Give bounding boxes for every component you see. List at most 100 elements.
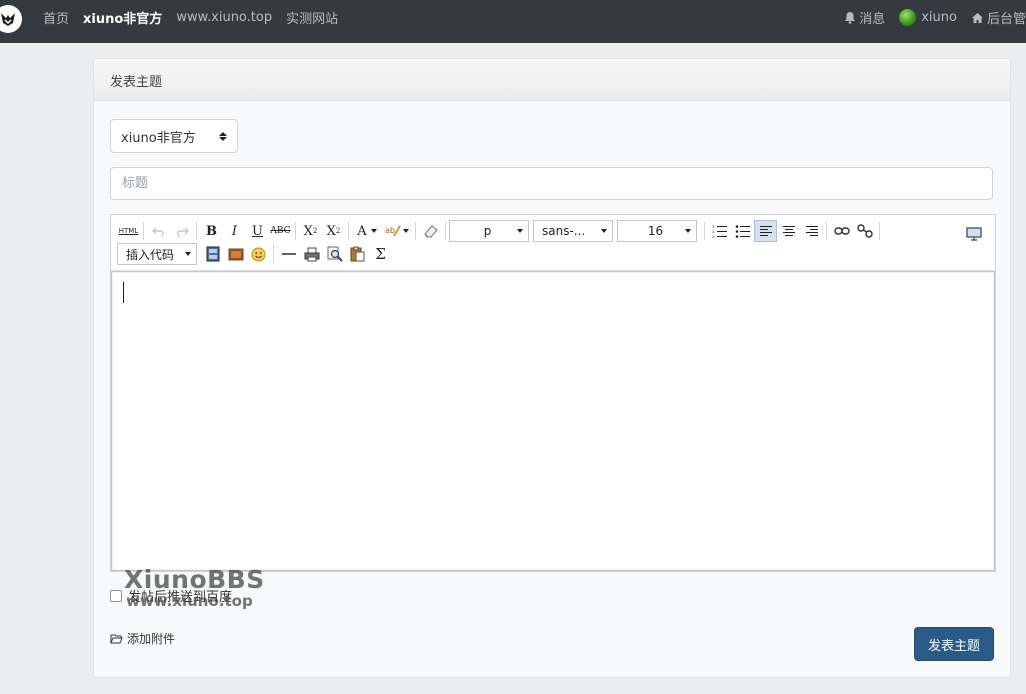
text-cursor <box>123 282 124 303</box>
fullscreen-button[interactable] <box>962 223 985 245</box>
nav-link-xiuno-top[interactable]: www.xiuno.top <box>176 10 272 25</box>
highlight-button[interactable]: ab <box>382 220 412 242</box>
unlink-button[interactable] <box>853 220 876 242</box>
toolbar-row-1: HTML B I U ABC X2 X2 A ab p sans-... 16 … <box>117 219 883 243</box>
insert-video-button[interactable] <box>201 243 224 265</box>
nav-link-home[interactable]: 首页 <box>43 8 69 27</box>
align-center-icon <box>782 226 795 236</box>
unordered-list-button[interactable] <box>731 220 754 242</box>
clear-format-button[interactable] <box>419 220 442 242</box>
underline-button[interactable]: U <box>246 220 269 242</box>
push-baidu-checkbox[interactable] <box>110 589 122 602</box>
editor-toolbar: HTML B I U ABC X2 X2 A ab p sans-... 16 … <box>111 215 995 271</box>
paste-button[interactable] <box>346 243 369 265</box>
username-label: xiuno <box>921 10 957 25</box>
undo-button[interactable] <box>147 220 170 242</box>
eraser-icon <box>423 225 438 238</box>
font-size-select[interactable]: 16 <box>617 220 697 242</box>
svg-text:3: 3 <box>712 234 715 238</box>
unordered-list-icon <box>735 225 750 238</box>
messages-label: 消息 <box>859 12 886 27</box>
select-arrows-icon <box>219 131 227 141</box>
toolbar-separator <box>415 222 416 240</box>
toolbar-separator <box>196 222 197 240</box>
paragraph-select[interactable]: p <box>449 220 529 242</box>
nav-messages[interactable]: 消息 <box>844 8 885 27</box>
align-right-icon <box>805 226 818 236</box>
print-button[interactable] <box>300 243 323 265</box>
redo-button[interactable] <box>170 220 193 242</box>
redo-icon <box>176 227 189 237</box>
add-attachment-label: 添加附件 <box>127 632 176 646</box>
nav-link-test-site[interactable]: 实测网站 <box>286 8 338 27</box>
html-source-label: HTML <box>118 227 139 235</box>
toolbar-row-2: 插入代码 Σ <box>117 242 392 266</box>
add-attachment-link[interactable]: 添加附件 <box>110 630 175 647</box>
ordered-list-icon: 123 <box>712 224 727 238</box>
ordered-list-button[interactable]: 123 <box>708 220 731 242</box>
align-right-button[interactable] <box>800 220 823 242</box>
image-icon <box>228 248 243 260</box>
toolbar-separator <box>348 222 349 240</box>
folder-open-icon <box>110 634 123 644</box>
nav-user-area: 消息 xiuno 后台管 <box>830 0 1026 35</box>
nav-admin[interactable]: 后台管 <box>971 8 1026 27</box>
push-baidu-row[interactable]: 发帖后推送到百度 <box>110 586 232 605</box>
svg-text:ab: ab <box>385 226 395 235</box>
film-icon <box>206 246 219 262</box>
toolbar-separator <box>879 222 880 240</box>
rich-text-editor: HTML B I U ABC X2 X2 A ab p sans-... 16 … <box>110 214 996 572</box>
align-center-button[interactable] <box>777 220 800 242</box>
smiley-icon <box>251 247 266 261</box>
forum-select-value: xiuno非官方 <box>121 130 196 146</box>
clipboard-icon <box>350 246 365 262</box>
font-family-select[interactable]: sans-... <box>533 220 613 242</box>
paragraph-select-value: p <box>483 224 492 238</box>
toolbar-separator <box>143 222 144 240</box>
preview-button[interactable] <box>323 243 346 265</box>
bold-button[interactable]: B <box>200 220 223 242</box>
editor-content-area[interactable] <box>111 271 995 571</box>
nav-user[interactable]: xiuno <box>899 9 957 26</box>
forum-select[interactable]: xiuno非官方 <box>110 119 238 153</box>
title-input[interactable] <box>110 167 993 200</box>
admin-label: 后台管 <box>986 12 1026 27</box>
insert-code-select[interactable]: 插入代码 <box>117 243 197 265</box>
insert-image-button[interactable] <box>224 243 247 265</box>
bell-icon <box>845 12 856 24</box>
insert-code-select-value: 插入代码 <box>126 247 175 262</box>
align-left-icon <box>759 226 772 236</box>
unlink-icon <box>856 224 873 238</box>
strikethrough-button[interactable]: ABC <box>269 220 292 242</box>
nav-link-xiuno-unofficial[interactable]: xiuno非官方 <box>83 8 162 27</box>
italic-button[interactable]: I <box>223 220 246 242</box>
align-left-button[interactable] <box>754 220 777 242</box>
emoticon-button[interactable] <box>247 243 270 265</box>
nav-links: 首页 xiuno非官方 www.xiuno.top 实测网站 <box>43 0 352 35</box>
toolbar-separator <box>295 222 296 240</box>
printer-icon <box>304 247 319 261</box>
monitor-icon <box>965 227 982 241</box>
subscript-button[interactable]: X2 <box>322 220 345 242</box>
font-color-button[interactable]: A <box>352 220 382 242</box>
superscript-button[interactable]: X2 <box>299 220 322 242</box>
highlighter-icon: ab <box>385 225 401 237</box>
toolbar-separator <box>445 222 446 240</box>
html-source-button[interactable]: HTML <box>117 220 140 242</box>
formula-button[interactable]: Σ <box>369 243 392 265</box>
top-navbar: 首页 xiuno非官方 www.xiuno.top 实测网站 消息 xiuno … <box>0 0 1026 43</box>
site-logo-icon[interactable] <box>0 5 22 33</box>
card-header-title: 发表主题 <box>94 59 1010 101</box>
push-baidu-label: 发帖后推送到百度 <box>128 590 233 605</box>
toolbar-separator <box>704 222 705 240</box>
horizontal-rule-button[interactable] <box>277 243 300 265</box>
font-family-select-value: sans-... <box>542 224 586 238</box>
new-thread-card: 发表主题 xiuno非官方 HTML B I U <box>93 58 1011 678</box>
toolbar-separator <box>826 222 827 240</box>
avatar <box>899 9 917 26</box>
magnifier-icon <box>327 246 343 262</box>
toolbar-separator <box>273 245 274 263</box>
submit-thread-button[interactable]: 发表主题 <box>914 627 994 661</box>
link-icon <box>833 227 850 235</box>
link-button[interactable] <box>830 220 853 242</box>
